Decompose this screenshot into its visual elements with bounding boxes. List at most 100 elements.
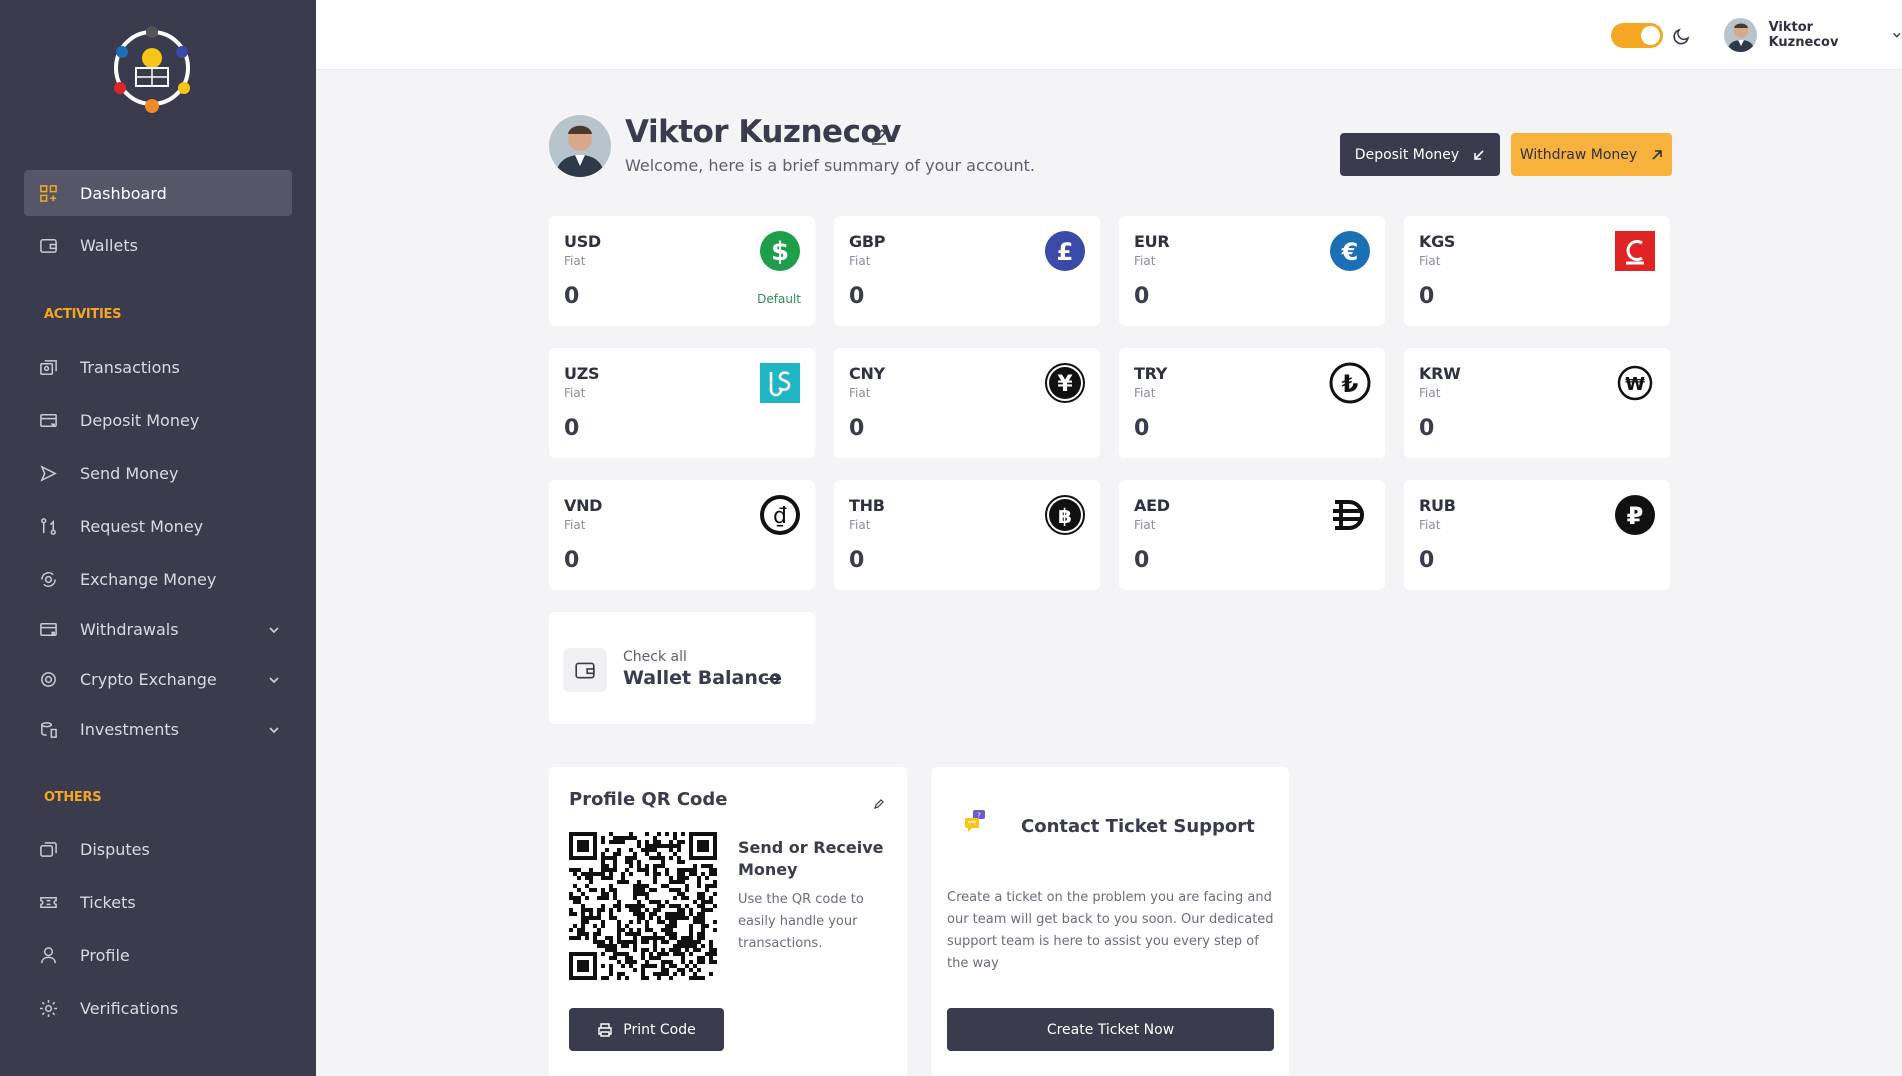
ticket-card-description: Create a ticket on the problem you are f… — [947, 890, 1274, 971]
currency-type: Fiat — [1419, 518, 1441, 532]
deposit-money-button[interactable]: Deposit Money — [1340, 133, 1500, 176]
sidebar-item-disputes[interactable]: Disputes — [24, 826, 292, 872]
currency-code: AED — [1134, 496, 1170, 515]
sidebar-item-investments[interactable]: Investments — [24, 706, 292, 752]
currency-amount: 0 — [1134, 548, 1150, 573]
withdraw-money-label: Withdraw Money — [1519, 146, 1638, 163]
currency-amount: 0 — [849, 284, 865, 309]
theme-toggle[interactable] — [1611, 23, 1663, 48]
sidebar-item-profile[interactable]: Profile — [24, 932, 292, 978]
sidebar-item-deposit-money[interactable]: Deposit Money — [24, 397, 292, 443]
sidebar-item-label: Request Money — [80, 516, 204, 536]
euro-icon: € — [1329, 230, 1371, 272]
currency-card-krw[interactable]: KRW Fiat 0 ₩ — [1404, 348, 1670, 458]
printer-icon — [598, 1022, 612, 1037]
sidebar-item-wallets[interactable]: Wallets — [24, 222, 292, 268]
sidebar-item-label: Profile — [80, 945, 130, 965]
section-activities: ACTIVITIES — [44, 307, 122, 322]
currency-card-cny[interactable]: CNY Fiat 0 ¥ — [834, 348, 1100, 458]
sidebar-item-label: Disputes — [80, 839, 150, 859]
currency-card-uzs[interactable]: UZS Fiat 0 — [549, 348, 815, 458]
sidebar-item-label: Tickets — [80, 892, 136, 912]
currency-type: Fiat — [564, 386, 586, 400]
create-ticket-button[interactable]: Create Ticket Now — [947, 1008, 1274, 1051]
currency-type: Fiat — [1419, 386, 1441, 400]
arrow-down-left-icon — [1474, 149, 1484, 160]
ticket-card-title: Contact Ticket Support — [1021, 816, 1255, 837]
profile-avatar — [549, 115, 611, 177]
disputes-icon — [38, 839, 58, 859]
currency-type: Fiat — [849, 386, 871, 400]
avatar — [1724, 18, 1757, 52]
currency-card-usd[interactable]: USD Fiat 0 Default $ — [549, 216, 815, 326]
sidebar-item-tickets[interactable]: Tickets — [24, 879, 292, 925]
arrow-right-icon — [762, 669, 782, 689]
withdraw-money-button[interactable]: Withdraw Money — [1511, 133, 1672, 176]
profile-name: Viktor Kuznecov — [625, 114, 901, 150]
currency-card-eur[interactable]: EUR Fiat 0 € — [1119, 216, 1385, 326]
currency-type: Fiat — [564, 518, 586, 532]
qr-description: Use the QR code to easily handle your tr… — [738, 892, 864, 951]
som-icon — [1614, 230, 1656, 272]
sidebar-item-send-money[interactable]: Send Money — [24, 450, 292, 496]
sidebar-item-request-money[interactable]: Request Money — [24, 503, 292, 549]
svg-text:฿: ฿ — [1058, 504, 1072, 528]
currency-card-kgs[interactable]: KGS Fiat 0 — [1404, 216, 1670, 326]
chevron-down-icon — [268, 721, 280, 734]
send-icon — [38, 463, 58, 483]
currency-card-gbp[interactable]: GBP Fiat 0 £ — [834, 216, 1100, 326]
edit-icon[interactable] — [869, 126, 889, 146]
sidebar-item-label: Dashboard — [80, 183, 167, 203]
profile-icon — [38, 945, 58, 965]
currency-amount: 0 — [849, 416, 865, 441]
sidebar-item-exchange-money[interactable]: Exchange Money — [24, 556, 292, 602]
sidebar-item-verifications[interactable]: Verifications — [24, 985, 292, 1031]
currency-amount: 0 — [564, 548, 580, 573]
moon-icon[interactable] — [1672, 26, 1692, 46]
sidebar: Dashboard Wallets ACTIVITIES Transaction… — [0, 0, 316, 1076]
wallet-icon — [38, 235, 58, 255]
currency-card-try[interactable]: TRY Fiat 0 ₺ — [1119, 348, 1385, 458]
sidebar-item-withdrawals[interactable]: Withdrawals — [24, 606, 292, 652]
sidebar-item-dashboard[interactable]: Dashboard — [24, 170, 292, 216]
yuan-icon: ¥ — [1044, 362, 1086, 404]
investments-icon — [38, 719, 58, 739]
print-code-label: Print Code — [623, 1021, 696, 1038]
lira-icon: ₺ — [1329, 362, 1371, 404]
app-logo[interactable] — [108, 22, 196, 114]
default-badge: Default — [757, 292, 801, 306]
wallet-balance-card[interactable]: Check all Wallet Balance — [549, 612, 815, 724]
svg-text:₫: ₫ — [773, 504, 787, 529]
currency-card-thb[interactable]: THB Fiat 0 ฿ — [834, 480, 1100, 590]
request-icon — [38, 516, 58, 536]
currency-type: Fiat — [1134, 386, 1156, 400]
dashboard-icon — [38, 183, 58, 203]
toggle-knob — [1641, 26, 1660, 45]
currency-type: Fiat — [1134, 518, 1156, 532]
dirham-icon — [1329, 494, 1371, 536]
currency-card-rub[interactable]: RUB Fiat 0 ₽ — [1404, 480, 1670, 590]
currency-amount: 0 — [564, 416, 580, 441]
currency-card-vnd[interactable]: VND Fiat 0 ₫ — [549, 480, 815, 590]
currency-code: GBP — [849, 232, 886, 251]
deposit-icon — [38, 410, 58, 430]
sidebar-item-label: Investments — [80, 719, 179, 739]
exchange-icon — [38, 569, 58, 589]
uzs-icon — [759, 362, 801, 404]
svg-text:₽: ₽ — [1627, 502, 1644, 530]
currency-amount: 0 — [564, 284, 580, 309]
chat-support-icon: ? — [963, 809, 987, 833]
currency-type: Fiat — [1134, 254, 1156, 268]
user-menu[interactable]: Viktor Kuznecov — [1724, 17, 1902, 53]
edit-icon[interactable] — [873, 795, 885, 809]
print-code-button[interactable]: Print Code — [569, 1008, 724, 1051]
currency-code: KRW — [1419, 364, 1461, 383]
qr-heading: Send or Receive Money — [738, 838, 884, 879]
withdrawals-icon — [38, 619, 58, 639]
currency-type: Fiat — [849, 254, 871, 268]
sidebar-item-crypto-exchange[interactable]: Crypto Exchange — [24, 656, 292, 702]
sidebar-item-transactions[interactable]: Transactions — [24, 344, 292, 390]
currency-card-aed[interactable]: AED Fiat 0 — [1119, 480, 1385, 590]
won-icon: ₩ — [1614, 362, 1656, 404]
sidebar-item-label: Exchange Money — [80, 569, 217, 589]
